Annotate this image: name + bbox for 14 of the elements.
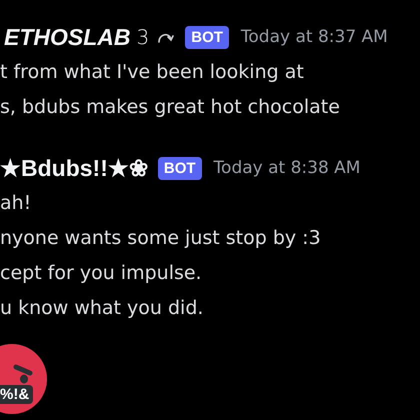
message-text: nyone wants some just stop by :3 xyxy=(0,226,322,251)
cursing-face-emoji: %!& xyxy=(0,343,48,415)
message-text: ah! xyxy=(0,191,32,216)
timestamp: Today at 8:37 AM xyxy=(240,27,388,47)
message-text: u know what you did. xyxy=(0,296,204,321)
bot-tag: BOT xyxy=(185,26,229,48)
message-text: cept for you impulse. xyxy=(0,261,203,286)
author-name[interactable]: ETHOSLAB xyxy=(4,24,130,50)
message-text: t from what I've been looking at xyxy=(0,60,305,85)
bot-tag: BOT xyxy=(158,156,202,180)
message-text: s, bdubs makes great hot chocolate xyxy=(0,95,341,120)
author-name[interactable]: ★Bdubs!!★❀ xyxy=(0,154,148,182)
name-suffix: 3 xyxy=(136,25,150,49)
timestamp: Today at 8:38 AM xyxy=(214,158,360,178)
